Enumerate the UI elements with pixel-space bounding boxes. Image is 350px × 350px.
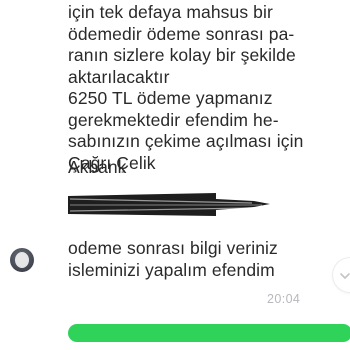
message-line: isleminizi yapalım efendim	[68, 259, 275, 280]
message-line: gerekmektedir efendim he-	[68, 109, 279, 130]
followup-message: odeme sonrası bilgi veriniz isleminizi y…	[68, 238, 338, 281]
redacted-message-bar	[68, 324, 350, 342]
message-line: aktarılacaktır	[68, 66, 170, 87]
incoming-message: için tek defaya mahsus bir ödemedir ödem…	[68, 2, 338, 174]
chevron-down-icon	[340, 268, 350, 283]
chat-screen: için tek defaya mahsus bir ödemedir ödem…	[0, 0, 350, 350]
message-line: için tek defaya mahsus bir	[68, 2, 273, 22]
message-line: ödemedir ödeme sonrası pa-	[68, 23, 295, 44]
redaction-scribble	[66, 190, 270, 220]
avatar-face	[15, 252, 29, 268]
bank-name: Akbank	[68, 157, 127, 177]
message-timestamp: 20:04	[267, 292, 301, 306]
message-line: ranın sizlere kolay bir şekilde	[68, 45, 296, 65]
avatar[interactable]	[10, 248, 34, 272]
message-line: odeme sonrası bilgi veriniz	[68, 238, 278, 258]
message-line: sabınızın çekime açılması için	[68, 131, 304, 151]
message-line: 6250 TL ödeme yapmanız	[68, 88, 273, 108]
